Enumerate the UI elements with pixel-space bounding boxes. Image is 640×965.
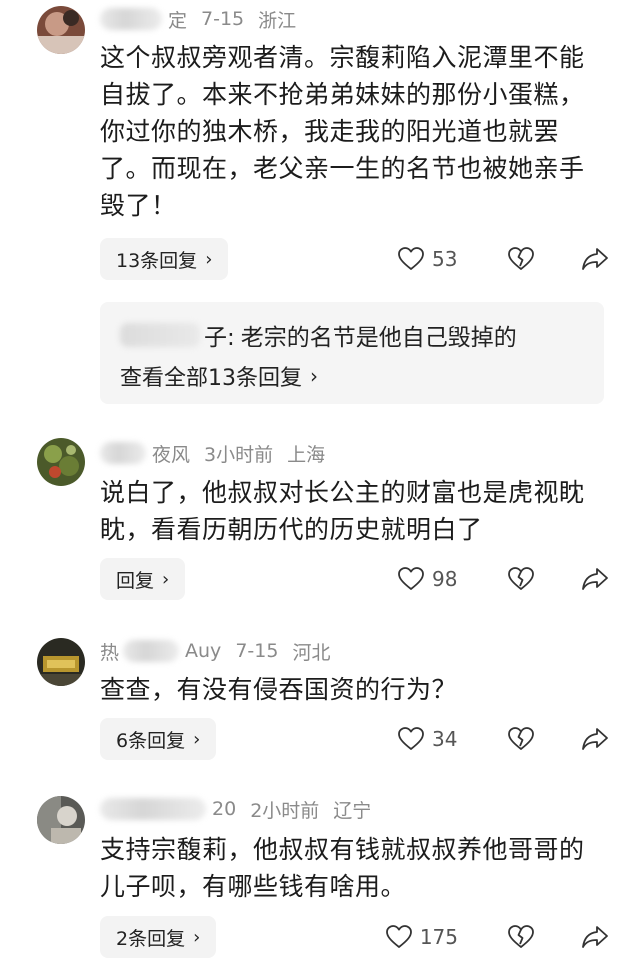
view-all-replies-label: 查看全部13条回复 [120,366,302,391]
replies-button[interactable]: 2条回复 › [100,916,217,958]
broken-heart-icon [508,567,534,591]
replies-label: 13条回复 [116,249,198,272]
replies-button[interactable]: 13条回复 › [100,238,229,280]
reply-username: 子: [204,325,235,351]
share-button[interactable] [582,925,608,949]
reply-button[interactable]: 回复 › [100,558,186,600]
comment-text: 支持宗馥莉，他叔叔有钱就叔叔养他哥哥的儿子呗，有哪些钱有啥用。 [100,835,585,901]
chevron-right-icon: › [193,728,201,750]
comment-location: 辽宁 [333,799,372,822]
share-arrow-icon [582,727,608,751]
reply-username-blurred [120,323,200,347]
comment-time: 7-15 [201,8,245,30]
share-arrow-icon [582,247,608,271]
like-button[interactable]: 98 [398,567,458,591]
username-blurred[interactable] [123,640,180,662]
username-blurred[interactable] [100,442,146,464]
heart-outline-icon [398,567,424,591]
dislike-button[interactable] [508,247,534,271]
like-count: 98 [432,567,458,591]
like-count: 34 [432,727,458,751]
username-blurred[interactable] [100,798,206,820]
comment-actions: 34 [398,718,608,760]
username[interactable]: 20 [212,798,236,820]
share-button[interactable] [582,567,608,591]
heart-outline-icon [398,247,424,271]
replies-label: 6条回复 [116,729,186,752]
share-button[interactable] [582,247,608,271]
username[interactable]: 夜风 [152,440,190,467]
comment-location: 河北 [292,641,331,664]
like-button[interactable]: 175 [385,925,458,949]
chevron-right-icon: › [193,926,201,948]
reply-preview-text: 老宗的名节是他自己毁掉的 [240,325,517,351]
comment-actions: 53 [398,238,608,280]
dislike-button[interactable] [508,925,534,949]
broken-heart-icon [508,727,534,751]
comment-time: 3小时前 [204,443,274,466]
username-blurred[interactable] [100,8,162,30]
comment-time: 7-15 [235,640,279,662]
heart-outline-icon [398,727,424,751]
comment-meta: 定 7-15 浙江 [100,4,296,34]
broken-heart-icon [508,925,534,949]
share-arrow-icon [582,925,608,949]
username[interactable]: Auy [185,640,221,662]
comment-meta: 热 Auy 7-15 河北 [100,636,330,666]
like-count: 175 [419,925,458,949]
reply-preview-line: 子: 老宗的名节是他自己毁掉的 [120,318,517,352]
broken-heart-icon [508,247,534,271]
username-start[interactable]: 热 [100,638,119,665]
comment-text: 查查，有没有侵吞国资的行为？ [100,675,458,704]
chevron-right-icon: › [205,248,213,270]
comment-meta: 20 2小时前 辽宁 [100,794,371,824]
comment-time: 2小时前 [250,799,320,822]
comment-text: 这个叔叔旁观者清。宗馥莉陷入泥潭里不能自拔了。本来不抢弟弟妹妹的那份小蛋糕，你过… [100,43,585,220]
like-button[interactable]: 53 [398,247,458,271]
comment-text: 说白了，他叔叔对长公主的财富也是虎视眈眈，看看历朝历代的历史就明白了 [100,478,585,544]
username[interactable]: 定 [168,6,187,33]
comment-actions: 175 [385,916,608,958]
comment-actions: 98 [398,558,608,600]
reply-preview[interactable]: 子: 老宗的名节是他自己毁掉的 查看全部13条回复 › [100,302,604,404]
reply-label: 回复 [116,569,155,592]
view-all-replies-link[interactable]: 查看全部13条回复 › [120,360,318,392]
avatar[interactable] [37,438,85,486]
chevron-right-icon: › [162,568,170,590]
like-count: 53 [432,247,458,271]
comment-location: 上海 [287,443,326,466]
avatar[interactable] [37,638,85,686]
heart-outline-icon [385,925,412,949]
replies-label: 2条回复 [116,927,186,950]
replies-button[interactable]: 6条回复 › [100,718,217,760]
dislike-button[interactable] [508,567,534,591]
avatar[interactable] [37,6,85,54]
comment-location: 浙江 [258,9,297,32]
chevron-right-icon: › [310,364,318,388]
comment-feed: 定 7-15 浙江 这个叔叔旁观者清。宗馥莉陷入泥潭里不能自拔了。本来不抢弟弟妹… [0,0,640,965]
share-button[interactable] [582,727,608,751]
comment-meta: 夜风 3小时前 上海 [100,438,325,468]
share-arrow-icon [582,567,608,591]
dislike-button[interactable] [508,727,534,751]
avatar[interactable] [37,796,85,844]
like-button[interactable]: 34 [398,727,458,751]
